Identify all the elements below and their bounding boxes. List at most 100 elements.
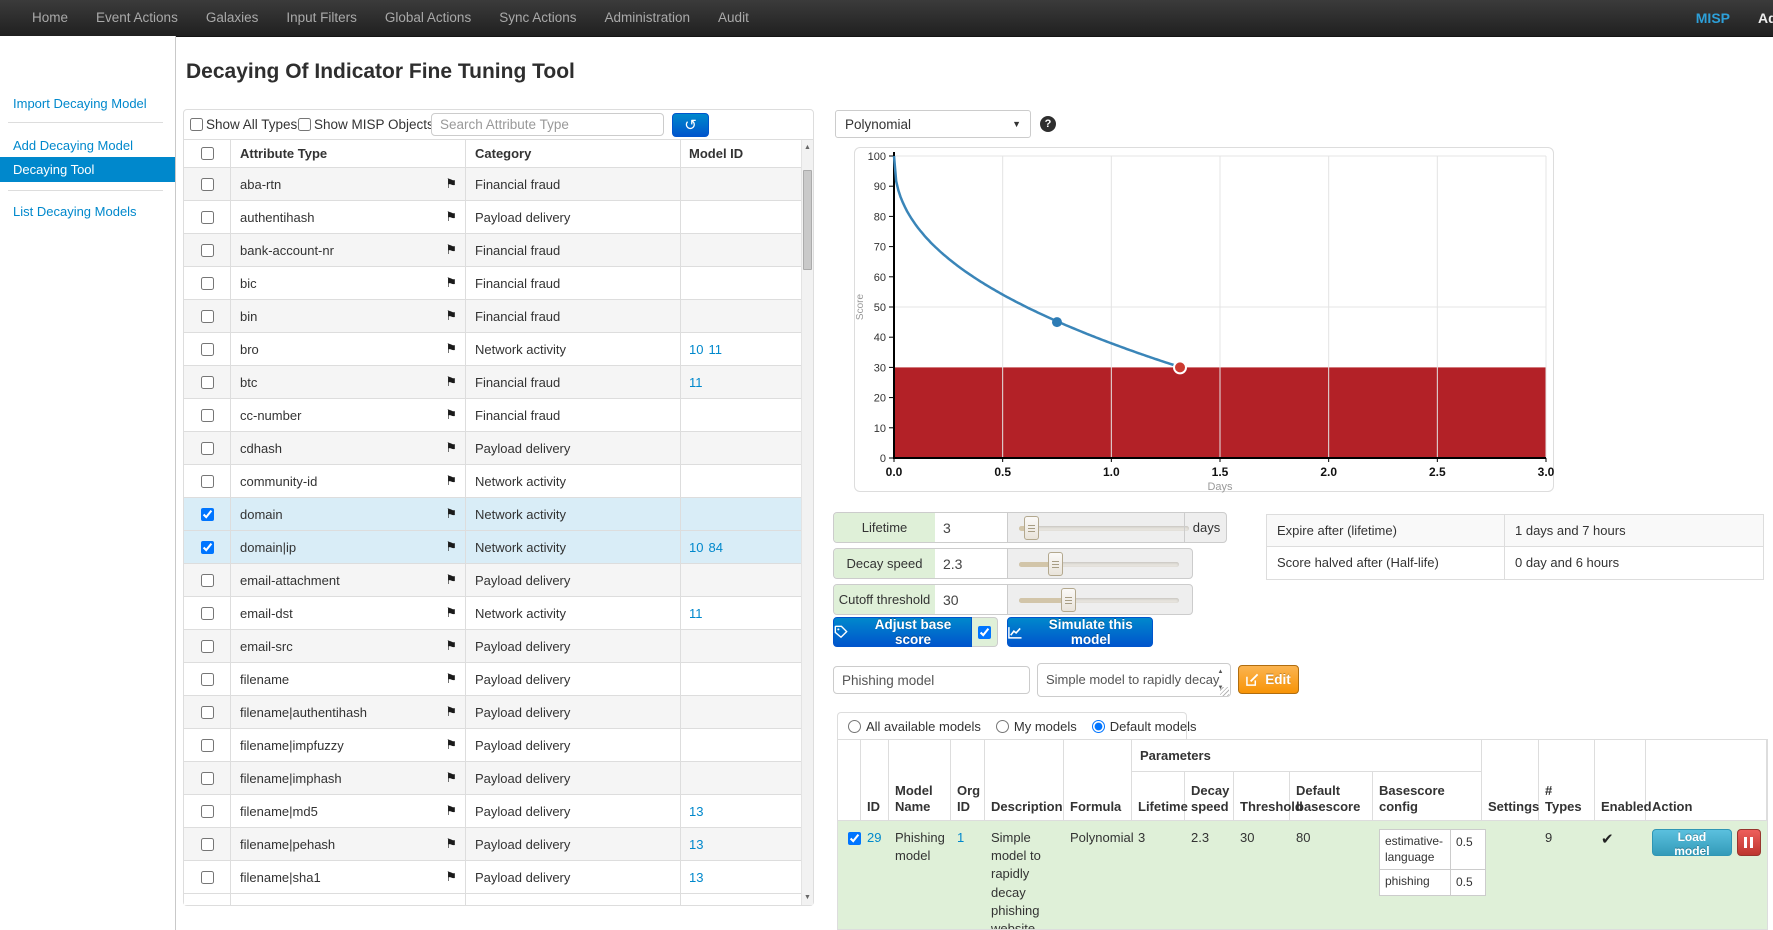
flag-icon[interactable]: ⚑ (445, 572, 457, 588)
attribute-checkbox-filename-md5[interactable] (201, 805, 214, 818)
adjust-base-score-checkbox[interactable] (978, 626, 991, 639)
column-model-id[interactable]: Model ID (681, 140, 801, 167)
attribute-checkbox-bro[interactable] (201, 343, 214, 356)
model-name-input[interactable] (833, 666, 1030, 694)
search-attribute-input[interactable] (431, 113, 664, 136)
scroll-up-icon[interactable]: ▲ (1218, 669, 1224, 675)
flag-icon[interactable]: ⚑ (445, 869, 457, 885)
flag-icon[interactable]: ⚑ (445, 539, 457, 555)
misp-brand-link[interactable]: MISP (1696, 0, 1730, 36)
navbar-user-link[interactable]: Admin (1758, 0, 1773, 36)
sidebar-item-decaying-tool[interactable]: Decaying Tool (0, 157, 175, 182)
nav-item-administration[interactable]: Administration (591, 0, 705, 36)
nav-item-input-filters[interactable]: Input Filters (272, 0, 371, 36)
sidebar-item-add-decaying-model[interactable]: Add Decaying Model (0, 135, 175, 157)
flag-icon[interactable]: ⚑ (445, 242, 457, 258)
show-all-types-checkbox[interactable] (190, 118, 203, 131)
scrollbar-down-icon[interactable]: ▼ (802, 890, 813, 905)
model-id-link-13[interactable]: 13 (689, 837, 703, 852)
flag-icon[interactable]: ⚑ (445, 836, 457, 852)
attribute-checkbox-community-id[interactable] (201, 475, 214, 488)
filter-all-available-models[interactable]: All available models (848, 719, 981, 734)
attribute-checkbox-filename-impfuzzy[interactable] (201, 739, 214, 752)
lifetime-slider[interactable] (1019, 515, 1189, 540)
textarea-resize-grip[interactable] (1220, 687, 1229, 696)
flag-icon[interactable]: ⚑ (445, 506, 457, 522)
load-model-button[interactable]: Load model (1652, 829, 1732, 856)
select-all-attributes-checkbox[interactable] (201, 147, 214, 160)
decay-speed-value-input[interactable]: 2.3 (935, 549, 1008, 578)
flag-icon[interactable]: ⚑ (445, 374, 457, 390)
sidebar-item-list-decaying-models[interactable]: List Decaying Models (0, 201, 175, 223)
column-attribute-type[interactable]: Attribute Type (231, 140, 466, 167)
flag-icon[interactable]: ⚑ (445, 275, 457, 291)
nav-item-sync-actions[interactable]: Sync Actions (485, 0, 590, 36)
flag-icon[interactable]: ⚑ (445, 407, 457, 423)
decay-speed-slider[interactable] (1019, 551, 1179, 576)
cutoff-threshold-value-input[interactable]: 30 (935, 585, 1008, 614)
curve-marker-0[interactable] (1052, 317, 1062, 327)
model-description-textarea[interactable]: Simple model to rapidly decay (1037, 663, 1231, 697)
model-id-link[interactable]: 29 (867, 830, 881, 845)
attribute-checkbox-authentihash[interactable] (201, 211, 214, 224)
flag-icon[interactable]: ⚑ (445, 605, 457, 621)
curve-marker-1[interactable] (1174, 361, 1186, 373)
filter-radio-default-models[interactable] (1092, 720, 1105, 733)
attribute-checkbox-btc[interactable] (201, 376, 214, 389)
scrollbar-thumb[interactable] (803, 170, 812, 270)
reset-search-button[interactable]: ↺ (672, 113, 709, 137)
attribute-checkbox-email-dst[interactable] (201, 607, 214, 620)
filter-radio-my-models[interactable] (996, 720, 1009, 733)
cutoff-threshold-slider-handle[interactable] (1061, 588, 1076, 612)
nav-item-event-actions[interactable]: Event Actions (82, 0, 192, 36)
pause-model-button[interactable] (1737, 829, 1761, 856)
simulate-model-button[interactable]: Simulate this model (1007, 617, 1153, 647)
attribute-checkbox-email-src[interactable] (201, 640, 214, 653)
attribute-checkbox-domain[interactable] (201, 508, 214, 521)
attribute-checkbox-cdhash[interactable] (201, 442, 214, 455)
attribute-checkbox-filename[interactable] (201, 673, 214, 686)
filter-default-models[interactable]: Default models (1092, 719, 1197, 734)
filter-radio-all-available-models[interactable] (848, 720, 861, 733)
flag-icon[interactable]: ⚑ (445, 473, 457, 489)
adjust-base-score-button[interactable]: Adjust base score (833, 617, 972, 647)
model-id-link-11[interactable]: 11 (708, 342, 722, 357)
sidebar-item-import-decaying-model[interactable]: Import Decaying Model (0, 93, 175, 115)
attribute-checkbox-bic[interactable] (201, 277, 214, 290)
lifetime-value-input[interactable]: 3 (935, 513, 1008, 542)
cutoff-threshold-slider[interactable] (1019, 587, 1179, 612)
help-icon[interactable]: ? (1040, 116, 1056, 132)
show-misp-objects-checkbox[interactable] (298, 118, 311, 131)
attribute-checkbox-bin[interactable] (201, 310, 214, 323)
flag-icon[interactable]: ⚑ (445, 308, 457, 324)
lifetime-slider-handle[interactable] (1024, 516, 1039, 540)
nav-item-audit[interactable]: Audit (704, 0, 763, 36)
model-id-link-11[interactable]: 11 (689, 606, 703, 621)
model-id-link-13[interactable]: 13 (689, 870, 703, 885)
flag-icon[interactable]: ⚑ (445, 440, 457, 456)
attribute-checkbox-filename-sha1[interactable] (201, 871, 214, 884)
nav-item-global-actions[interactable]: Global Actions (371, 0, 485, 36)
flag-icon[interactable]: ⚑ (445, 704, 457, 720)
flag-icon[interactable]: ⚑ (445, 737, 457, 753)
scrollbar-up-icon[interactable]: ▲ (802, 140, 813, 155)
nav-item-home[interactable]: Home (18, 0, 82, 36)
attribute-checkbox-domain-ip[interactable] (201, 541, 214, 554)
attribute-checkbox-aba-rtn[interactable] (201, 178, 214, 191)
nav-item-galaxies[interactable]: Galaxies (192, 0, 273, 36)
attribute-checkbox-filename-pehash[interactable] (201, 838, 214, 851)
flag-icon[interactable]: ⚑ (445, 803, 457, 819)
column-category[interactable]: Category (466, 140, 681, 167)
attribute-checkbox-filename-authentihash[interactable] (201, 706, 214, 719)
decay-speed-slider-handle[interactable] (1048, 552, 1063, 576)
model-id-link-10[interactable]: 10 (689, 342, 703, 357)
model-row-checkbox[interactable] (848, 832, 861, 845)
flag-icon[interactable]: ⚑ (445, 638, 457, 654)
flag-icon[interactable]: ⚑ (445, 176, 457, 192)
flag-icon[interactable]: ⚑ (445, 671, 457, 687)
flag-icon[interactable]: ⚑ (445, 341, 457, 357)
attribute-checkbox-bank-account-nr[interactable] (201, 244, 214, 257)
attribute-checkbox-email-attachment[interactable] (201, 574, 214, 587)
model-id-link-10[interactable]: 10 (689, 540, 703, 555)
org-id-link[interactable]: 1 (957, 830, 964, 845)
